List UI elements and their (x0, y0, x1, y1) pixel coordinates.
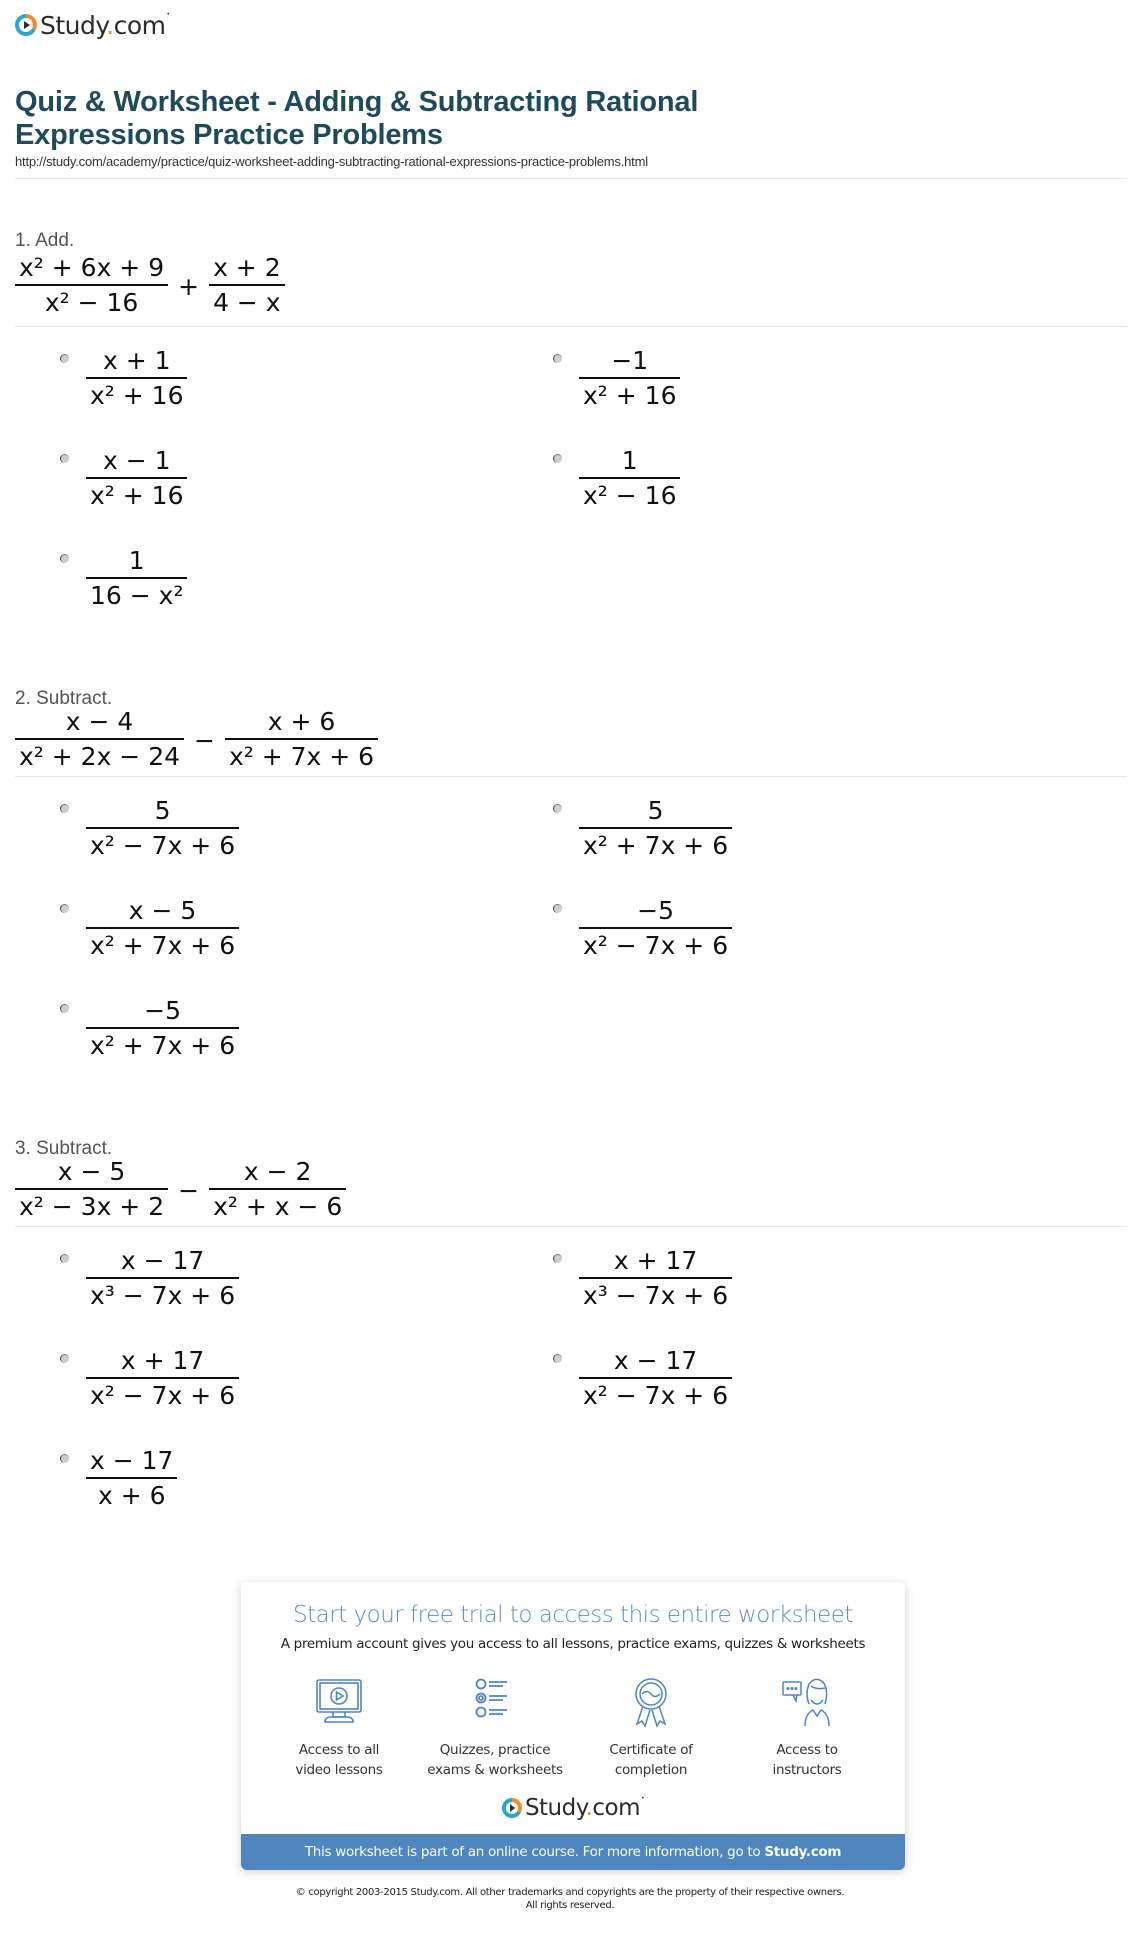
page-title: Quiz & Worksheet - Adding & Subtracting … (15, 86, 699, 151)
page-url: http://study.com/academy/practice/quiz-w… (15, 154, 648, 169)
question-1-expression: x² + 6x + 9 x² − 16 + x + 24 − x (15, 252, 285, 320)
checklist-icon (475, 1678, 507, 1718)
fraction-left: x² + 6x + 9 x² − 16 (15, 252, 169, 320)
logo-wordmark: Study.com• (40, 10, 170, 40)
radio-button[interactable] (553, 904, 562, 913)
fraction-right: x + 6 x² + 7x + 6 (224, 706, 379, 774)
question-3-option-b[interactable]: x + 17 x³ − 7x + 6 (553, 1245, 733, 1313)
question-2-option-e[interactable]: −5 x² + 7x + 6 (60, 995, 240, 1063)
radio-button[interactable] (553, 454, 562, 463)
question-3-option-a[interactable]: x − 17 x³ − 7x + 6 (60, 1245, 240, 1313)
free-trial-promo: Start your free trial to access this ent… (241, 1582, 905, 1870)
certificate-ribbon-icon (635, 1678, 667, 1728)
feature-list: Access to all video lessons Quizzes, prac… (241, 1674, 905, 1780)
question-3-expression: x − 5 x² − 3x + 2 − x − 2 x² + x − 6 (15, 1156, 347, 1224)
question-1-option-b[interactable]: −1 x² + 16 (553, 345, 681, 413)
divider (15, 326, 1127, 327)
radio-button[interactable] (60, 1354, 69, 1363)
radio-button[interactable] (553, 1254, 562, 1263)
study-com-link[interactable]: Study.com (764, 1844, 841, 1860)
question-2-option-a[interactable]: 5 x² − 7x + 6 (60, 795, 240, 863)
operator: − (178, 1175, 200, 1205)
question-1-option-e[interactable]: 1 16 − x² (60, 545, 188, 613)
radio-button[interactable] (553, 354, 562, 363)
question-3-option-e[interactable]: x − 17 x + 6 (60, 1445, 178, 1513)
promo-info-bar: This worksheet is part of an online cour… (241, 1834, 905, 1870)
radio-button[interactable] (60, 454, 69, 463)
fraction-left: x − 4 x² + 2x − 24 (15, 706, 185, 774)
question-2-option-d[interactable]: −5 x² − 7x + 6 (553, 895, 733, 963)
feature-video-lessons: Access to all video lessons (264, 1674, 414, 1780)
logo-wordmark: Study.com• (524, 1795, 645, 1821)
question-1-option-a[interactable]: x + 1 x² + 16 (60, 345, 188, 413)
question-2-expression: x − 4 x² + 2x − 24 − x + 6 x² + 7x + 6 (15, 706, 379, 774)
promo-subtitle: A premium account gives you access to al… (280, 1636, 866, 1652)
operator: + (178, 271, 200, 301)
radio-button[interactable] (553, 804, 562, 813)
radio-button[interactable] (60, 904, 69, 913)
question-1-option-d[interactable]: 1 x² − 16 (553, 445, 681, 513)
question-1-label: 1. Add. (15, 230, 75, 251)
play-logo-icon (15, 14, 37, 36)
divider (15, 178, 1127, 179)
question-3-option-d[interactable]: x − 17 x² − 7x + 6 (553, 1345, 733, 1413)
radio-button[interactable] (60, 804, 69, 813)
feature-instructors: Access to instructors (732, 1674, 882, 1780)
radio-button[interactable] (60, 1004, 69, 1013)
radio-button[interactable] (60, 554, 69, 563)
play-logo-icon (501, 1798, 522, 1818)
radio-button[interactable] (60, 1454, 69, 1463)
divider (15, 1226, 1127, 1227)
fraction-right: x + 24 − x (209, 252, 285, 320)
operator: − (194, 725, 215, 755)
promo-bar-text: This worksheet is part of an online cour… (304, 1844, 761, 1860)
study-com-logo[interactable]: Study.com• (15, 10, 170, 40)
radio-button[interactable] (60, 1254, 69, 1263)
copyright-notice: © copyright 2003-2015 Study.com. All oth… (295, 1887, 845, 1911)
video-monitor-icon (316, 1679, 362, 1723)
instructor-chat-icon (782, 1678, 830, 1727)
radio-button[interactable] (60, 354, 69, 363)
fraction-right: x − 2 x² + x − 6 (209, 1156, 347, 1224)
fraction-left: x − 5 x² − 3x + 2 (15, 1156, 169, 1224)
feature-quizzes: Quizzes, practice exams & worksheets (420, 1674, 570, 1780)
question-2-option-c[interactable]: x − 5 x² + 7x + 6 (60, 895, 240, 963)
promo-study-com-logo[interactable]: Study.com• (241, 1795, 905, 1821)
question-1-option-c[interactable]: x − 1 x² + 16 (60, 445, 188, 513)
question-2-option-b[interactable]: 5 x² + 7x + 6 (553, 795, 733, 863)
feature-certificate: Certificate of completion (576, 1674, 726, 1780)
radio-button[interactable] (553, 1354, 562, 1363)
question-3-option-c[interactable]: x + 17 x² − 7x + 6 (60, 1345, 240, 1413)
promo-title[interactable]: Start your free trial to access this ent… (241, 1602, 905, 1628)
divider (15, 776, 1127, 777)
